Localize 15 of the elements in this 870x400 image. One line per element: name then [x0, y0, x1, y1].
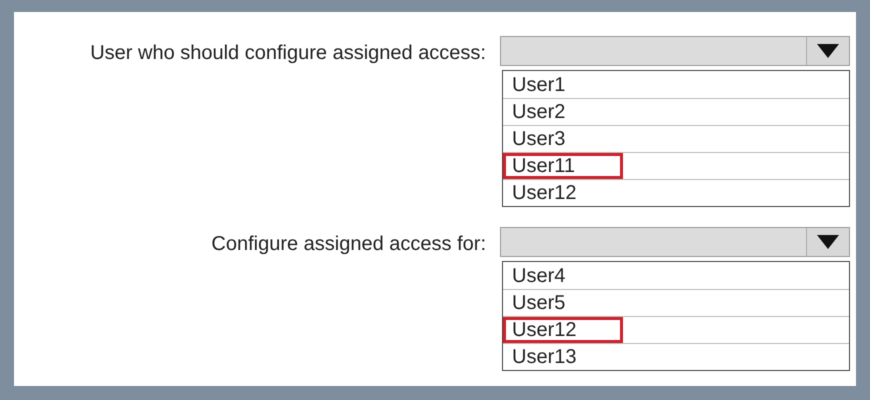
list-option[interactable]: User5 [503, 289, 849, 316]
list-option[interactable]: User12 [503, 179, 849, 206]
dropdown-button[interactable] [806, 228, 849, 256]
list-option[interactable]: User12 [503, 316, 849, 343]
list-option[interactable]: User11 [503, 152, 849, 179]
caret-icon [817, 235, 839, 249]
caret-icon [817, 44, 839, 58]
list-option[interactable]: User1 [503, 71, 849, 98]
list-option[interactable]: User2 [503, 98, 849, 125]
list-option[interactable]: User13 [503, 343, 849, 370]
list-option[interactable]: User4 [503, 262, 849, 289]
list-option[interactable]: User3 [503, 125, 849, 152]
question-label: Configure assigned access for: [210, 232, 486, 257]
dropdown-button[interactable] [806, 37, 849, 65]
question-label: User who should configure assigned access: [89, 41, 486, 66]
